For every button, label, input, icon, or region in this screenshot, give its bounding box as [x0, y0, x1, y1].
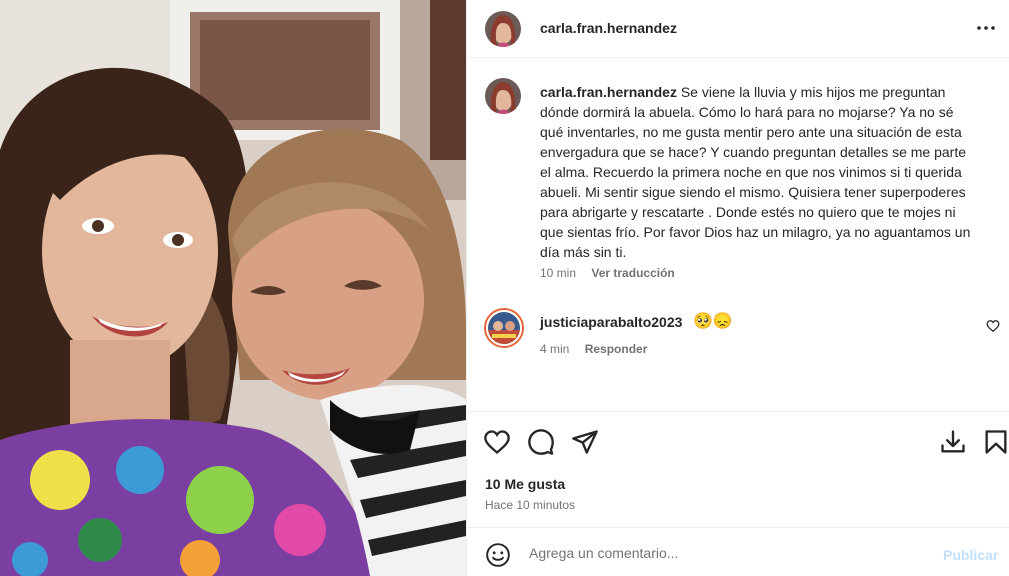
caption-avatar[interactable] — [485, 78, 521, 114]
comment-input[interactable] — [529, 540, 929, 566]
see-translation-link[interactable]: Ver traducción — [591, 266, 674, 280]
share-button[interactable] — [571, 428, 599, 456]
comment-meta: 4 min Responder — [540, 342, 647, 356]
profile-avatar[interactable] — [485, 11, 521, 47]
comment-username[interactable]: justiciaparabalto2023 — [540, 314, 682, 330]
bookmark-icon — [985, 430, 1007, 454]
comment-emojis: 🥺😞 — [693, 313, 733, 330]
save-button[interactable] — [982, 428, 1009, 456]
emoji-picker-button[interactable] — [485, 542, 511, 568]
comment-button[interactable] — [527, 428, 555, 456]
action-bar: 10 Me gusta Hace 10 minutos — [467, 411, 1009, 527]
share-icon — [572, 430, 598, 454]
add-comment-bar: Publicar — [467, 527, 1009, 576]
comment-icon — [528, 429, 554, 455]
caption-time: 10 min — [540, 266, 577, 280]
likes-count[interactable]: 10 Me gusta — [485, 476, 565, 492]
post-timestamp: Hace 10 minutos — [485, 498, 576, 512]
smiley-icon — [486, 543, 510, 567]
heart-icon — [484, 430, 510, 455]
more-horizontal-icon — [977, 26, 995, 30]
post-photo — [0, 0, 466, 576]
download-icon — [941, 430, 965, 453]
caption-username[interactable]: carla.fran.hernandez — [540, 84, 677, 100]
heart-icon — [986, 320, 1000, 333]
post-panel: carla.fran.hernandez carla.fran.hernande… — [466, 0, 1009, 576]
caption-meta: 10 min Ver traducción — [540, 266, 675, 280]
caption-body: Se viene la lluvia y mis hijos me pregun… — [540, 84, 971, 260]
comment-like-button[interactable] — [986, 319, 1000, 333]
more-options-button[interactable] — [972, 17, 1000, 39]
reply-button[interactable]: Responder — [585, 342, 648, 356]
download-button[interactable] — [939, 428, 967, 456]
publish-button[interactable]: Publicar — [943, 547, 998, 563]
comment-time: 4 min — [540, 342, 570, 356]
comment-item: justiciaparabalto2023 🥺😞 4 min Responder — [467, 306, 1009, 366]
comment-avatar[interactable] — [484, 308, 524, 348]
post-header: carla.fran.hernandez — [467, 0, 1009, 58]
caption-text: carla.fran.hernandez Se viene la lluvia … — [540, 82, 980, 262]
header-username[interactable]: carla.fran.hernandez — [540, 20, 677, 36]
like-button[interactable] — [483, 428, 511, 456]
